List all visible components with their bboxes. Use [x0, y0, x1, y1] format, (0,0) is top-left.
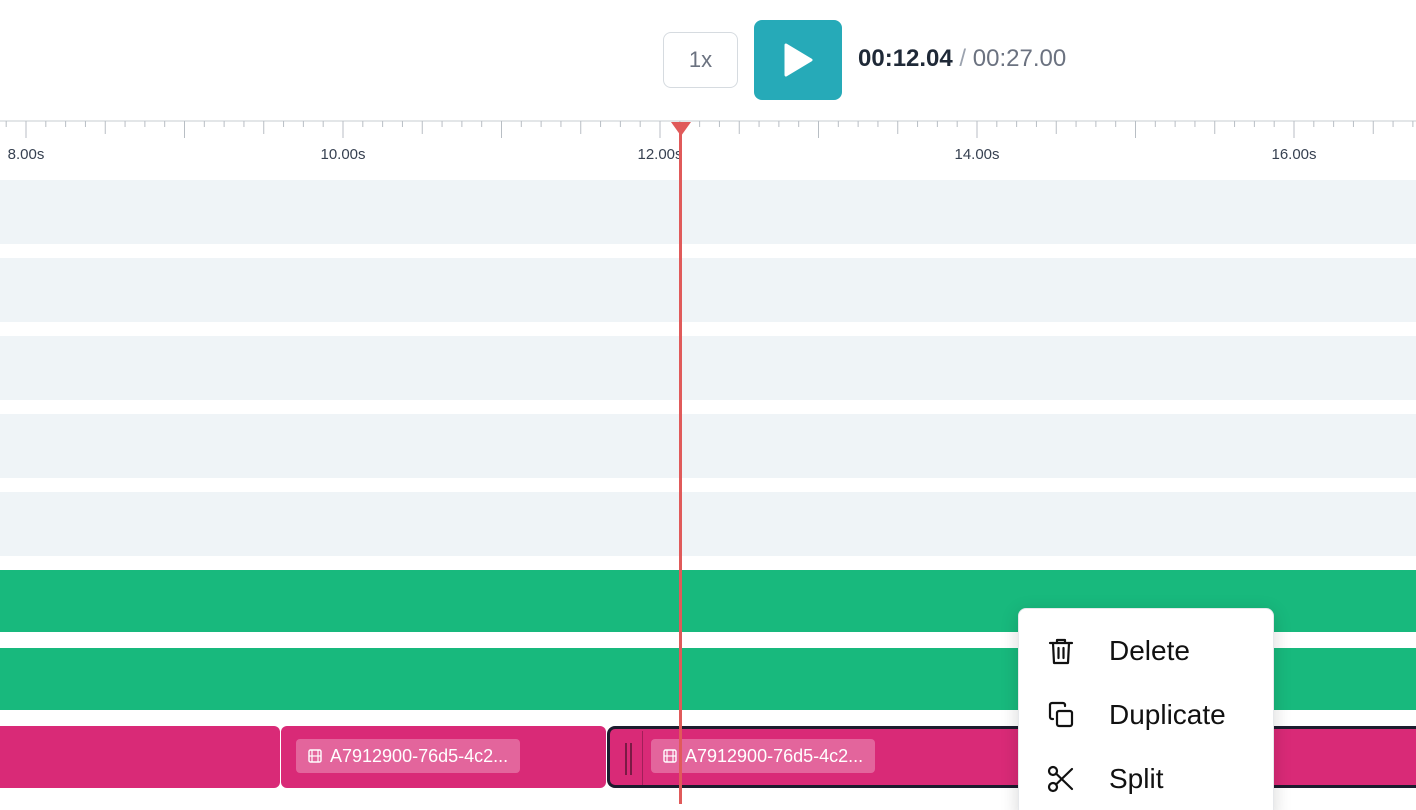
empty-track[interactable]: [0, 180, 1416, 244]
film-icon: [663, 749, 677, 763]
time-display: 00:12.04 / 00:27.00: [858, 43, 1066, 75]
ruler-label: 12.00s: [637, 146, 683, 163]
menu-item-delete[interactable]: Delete: [1019, 621, 1275, 681]
playhead-handle[interactable]: [671, 122, 691, 136]
clip-label: A7912900-76d5-4c2...: [296, 739, 521, 773]
play-icon: [784, 43, 813, 77]
selected-video-clip[interactable]: A7912900-76d5-4c2...: [607, 726, 1416, 788]
menu-item-label: Delete: [1109, 635, 1190, 666]
copy-icon: [1048, 701, 1074, 728]
menu-item-label: Duplicate: [1109, 699, 1226, 730]
time-separator: /: [959, 45, 967, 72]
menu-item-split[interactable]: Split: [1019, 749, 1275, 809]
menu-item-label: Split: [1109, 763, 1164, 794]
empty-track[interactable]: [0, 492, 1416, 556]
empty-track[interactable]: [0, 258, 1416, 322]
clip-trim-handle[interactable]: [613, 731, 643, 785]
clip-context-menu: Delete Duplicate Split: [1018, 608, 1274, 810]
clip-name: A7912900-76d5-4c2...: [330, 745, 509, 766]
video-clip[interactable]: A7912900-76d5-4c2...: [281, 726, 606, 788]
empty-track[interactable]: [0, 414, 1416, 478]
playback-toolbar: 1x 00:12.04 / 00:27.00: [0, 0, 1416, 120]
ruler-label: 14.00s: [954, 146, 1000, 163]
trash-icon: [1048, 638, 1074, 665]
empty-track[interactable]: [0, 336, 1416, 400]
playhead[interactable]: [679, 128, 682, 804]
total-time: 00:27.00: [972, 45, 1067, 72]
playback-speed-button[interactable]: 1x: [663, 32, 738, 88]
menu-item-duplicate[interactable]: Duplicate: [1019, 685, 1275, 745]
clip-name: A7912900-76d5-4c2...: [685, 745, 864, 766]
clip-label: A7912900-76d5-4c2...: [651, 739, 876, 773]
scissors-icon: [1047, 765, 1074, 793]
play-button[interactable]: [754, 20, 842, 100]
ruler-label: 16.00s: [1271, 146, 1317, 163]
ruler-label: 10.00s: [320, 146, 366, 163]
film-icon: [308, 749, 322, 763]
current-time: 00:12.04: [858, 45, 953, 72]
time-ruler[interactable]: 8.00s 10.00s 12.00s 14.00s 16.00s: [0, 120, 1416, 170]
ruler-label: 8.00s: [7, 146, 45, 163]
video-clip[interactable]: [0, 726, 280, 788]
ruler-ticks: [0, 120, 1416, 138]
